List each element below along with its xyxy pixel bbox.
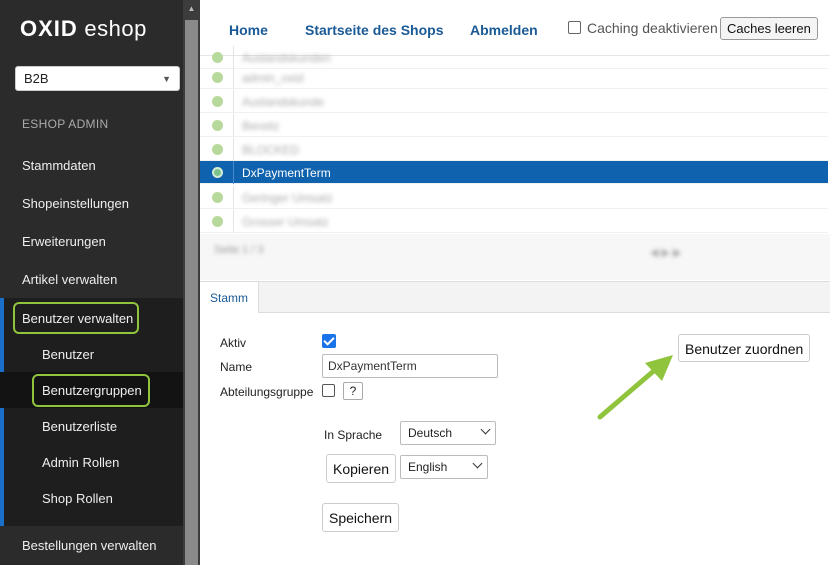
sidebar: OXID eshop B2B ▼ ESHOP ADMIN Stammdaten S… bbox=[0, 0, 200, 565]
shop-select[interactable]: B2B ▼ bbox=[15, 66, 180, 91]
logo-light: eshop bbox=[84, 16, 147, 41]
status-icon bbox=[212, 216, 223, 227]
nav-stammdaten[interactable]: Stammdaten bbox=[22, 158, 96, 173]
arrow-annotation-icon bbox=[597, 355, 673, 420]
list-item-label: DxPaymentTerm bbox=[242, 166, 331, 180]
caching-toggle[interactable]: Caching deaktivieren bbox=[568, 20, 718, 36]
list-item[interactable]: Auslandskunde bbox=[200, 90, 828, 113]
nav-erweiterungen[interactable]: Erweiterungen bbox=[22, 234, 106, 249]
sprache-select[interactable]: Deutsch bbox=[400, 421, 496, 445]
status-icon bbox=[212, 120, 223, 131]
pager: Seite 1 / 3 bbox=[214, 244, 264, 256]
nav-bestellungen-verwalten[interactable]: Bestellungen verwalten bbox=[22, 538, 156, 553]
aktiv-label: Aktiv bbox=[220, 336, 247, 350]
status-icon bbox=[212, 192, 223, 203]
list-item-label: Geringer Umsatz bbox=[242, 191, 333, 205]
benutzer-zuordnen-button[interactable]: Benutzer zuordnen bbox=[678, 334, 811, 362]
list-item[interactable]: Geringer Umsatz bbox=[200, 186, 828, 209]
list-item-label: Grosser Umsatz bbox=[242, 215, 329, 229]
group-list: Auslandskunden admin_oxid Auslandskunde … bbox=[200, 46, 830, 280]
chevron-down-icon: ▼ bbox=[162, 74, 171, 84]
oxid-logo: OXID eshop bbox=[20, 16, 147, 42]
status-icon bbox=[212, 52, 223, 63]
nav-admin-rollen[interactable]: Admin Rollen bbox=[42, 455, 119, 470]
tab-stamm[interactable]: Stamm bbox=[200, 282, 259, 313]
caching-checkbox[interactable] bbox=[568, 21, 581, 34]
caching-label: Caching deaktivieren bbox=[587, 20, 718, 36]
abmelden-link[interactable]: Abmelden bbox=[470, 22, 538, 38]
nav-benutzerliste[interactable]: Benutzerliste bbox=[42, 419, 117, 434]
abteilungsgruppe-label: Abteilungsgruppe bbox=[220, 385, 314, 399]
help-icon[interactable]: ? bbox=[343, 382, 363, 400]
scroll-up-icon[interactable]: ▲ bbox=[183, 0, 200, 18]
tab-bar: Stamm bbox=[200, 281, 830, 313]
abteilungsgruppe-checkbox[interactable] bbox=[322, 384, 335, 397]
list-footer bbox=[200, 234, 830, 280]
logo-bold: OXID bbox=[20, 16, 78, 41]
caches-leeren-button[interactable]: Caches leeren bbox=[720, 17, 818, 40]
admin-label: ESHOP ADMIN bbox=[22, 117, 109, 131]
sidebar-scrollbar[interactable]: ▲ bbox=[183, 0, 200, 565]
pager-nav[interactable]: ◀ ▶ ▶ bbox=[650, 246, 682, 259]
list-item-label: Auslandskunden bbox=[242, 51, 331, 65]
list-item-label: admin_oxid bbox=[242, 71, 304, 85]
nav-artikel-verwalten[interactable]: Artikel verwalten bbox=[22, 272, 117, 287]
aktiv-checkbox[interactable] bbox=[322, 334, 336, 348]
name-input[interactable]: DxPaymentTerm bbox=[322, 354, 498, 378]
check-circle-icon bbox=[212, 167, 223, 178]
copy-language-value: English bbox=[408, 460, 448, 474]
list-item-label: BLOCKED bbox=[242, 143, 300, 157]
list-item[interactable]: admin_oxid bbox=[200, 66, 828, 89]
status-icon bbox=[212, 72, 223, 83]
highlight-benutzer-verwalten bbox=[13, 302, 139, 334]
highlight-benutzergruppen bbox=[32, 374, 150, 407]
list-item[interactable]: BLOCKED bbox=[200, 138, 828, 161]
nav-shop-rollen[interactable]: Shop Rollen bbox=[42, 491, 113, 506]
in-sprache-label: In Sprache bbox=[324, 428, 383, 442]
home-link[interactable]: Home bbox=[229, 22, 268, 38]
chevron-down-icon bbox=[472, 458, 483, 469]
scrollbar-thumb[interactable] bbox=[185, 20, 198, 565]
chevron-down-icon bbox=[480, 424, 491, 435]
list-item-label: Bereitz bbox=[242, 119, 280, 133]
list-item-label: Auslandskunde bbox=[242, 95, 325, 109]
speichern-button[interactable]: Speichern bbox=[322, 503, 400, 532]
sprache-select-value: Deutsch bbox=[408, 426, 453, 440]
shop-select-value: B2B bbox=[24, 71, 49, 86]
startseite-link[interactable]: Startseite des Shops bbox=[305, 22, 444, 38]
copy-language-select[interactable]: English bbox=[400, 455, 488, 479]
kopieren-button[interactable]: Kopieren bbox=[326, 454, 397, 483]
nav-benutzer[interactable]: Benutzer bbox=[42, 347, 94, 362]
list-item[interactable]: Bereitz bbox=[200, 114, 828, 137]
name-label: Name bbox=[220, 360, 253, 374]
nav-shopeinstellungen[interactable]: Shopeinstellungen bbox=[22, 196, 129, 211]
status-icon bbox=[212, 96, 223, 107]
active-indicator bbox=[0, 298, 4, 526]
list-item[interactable]: Grosser Umsatz bbox=[200, 210, 828, 233]
status-icon bbox=[212, 144, 223, 155]
list-item-selected[interactable]: DxPaymentTerm bbox=[200, 161, 828, 184]
